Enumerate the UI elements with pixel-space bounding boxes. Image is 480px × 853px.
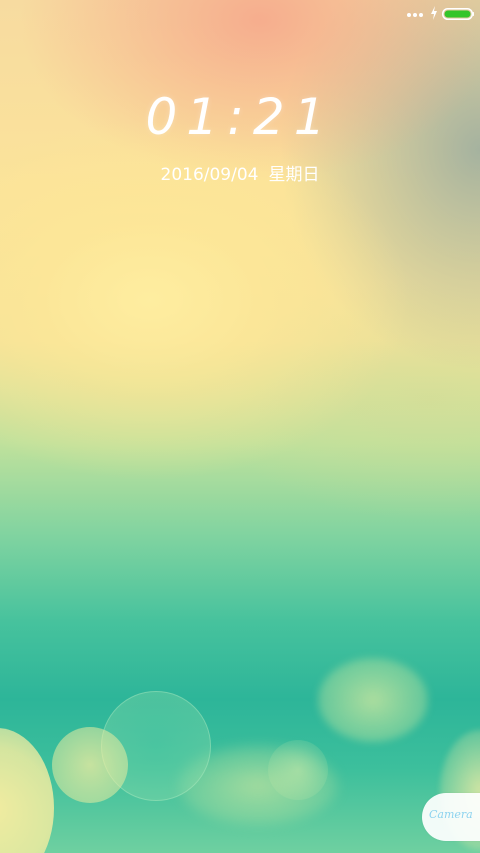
bokeh-light — [0, 728, 54, 853]
camera-label: Camera — [429, 808, 473, 821]
lock-screen[interactable]: 01:21 2016/09/04 星期日 Camera — [0, 0, 480, 853]
charging-icon — [431, 6, 437, 20]
bokeh-light — [318, 658, 428, 742]
lock-date: 2016/09/04 — [160, 165, 259, 185]
bokeh-light — [52, 727, 128, 803]
more-dots-icon — [407, 13, 423, 17]
lock-date-row: 2016/09/04 星期日 — [0, 160, 480, 185]
bokeh-light — [268, 740, 328, 800]
lock-weekday: 星期日 — [268, 165, 320, 185]
status-bar — [0, 0, 480, 28]
lock-clock: 01:21 — [145, 88, 335, 146]
camera-shortcut-button[interactable]: Camera — [422, 793, 480, 841]
battery-icon — [442, 8, 474, 20]
